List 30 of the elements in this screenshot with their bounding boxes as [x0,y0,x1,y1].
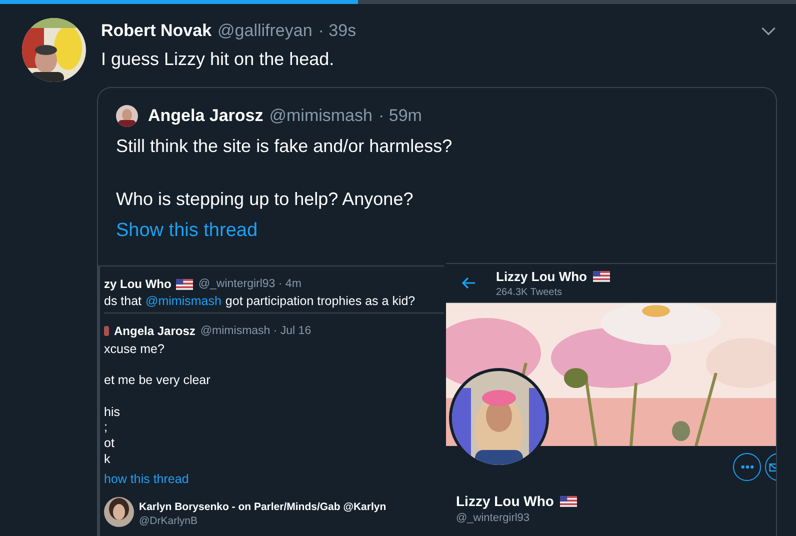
author-name[interactable]: Robert Novak [101,21,212,41]
tweet-text: k [104,452,110,466]
tweet-count: 264.3K Tweets [496,286,563,298]
profile-name: Lizzy Lou Who [496,268,587,284]
profile-name: Lizzy Lou Who [456,493,554,509]
show-thread-link[interactable]: Show this thread [116,220,258,241]
tweet-time[interactable]: · 59m [378,106,422,126]
author-name: Karlyn Borysenko - on Parler/Minds/Gab @Karlyn [139,500,386,514]
author-handle[interactable]: @mimismash [269,106,372,126]
tweet-text: ot [104,436,114,450]
author-name[interactable]: Angela Jarosz [148,106,264,126]
author-handle: @mimismash · Jul 16 [200,325,312,337]
tweet-text: Who is stepping up to help? Anyone? [116,188,414,211]
author-handle: @DrKarlynB [139,514,199,528]
tweet-text: xcuse me? [104,342,164,356]
author-name: Angela Jarosz [114,324,196,338]
tweet-text: ; [104,420,108,434]
author-name: zy Lou Who [104,277,172,291]
show-thread-link: how this thread [104,472,189,486]
mention-link[interactable]: @mimismash [146,294,222,308]
tweet-text: et me be very clear [104,373,210,388]
author-handle[interactable]: @gallifreyan [218,21,312,41]
tweet-text: Still think the site is fake and/or harmless? [116,135,454,158]
profile-handle: @_wintergirl93 [456,512,530,524]
tweet-time[interactable]: · 39s [318,21,356,41]
tweet-text: I guess Lizzy hit on the head. [101,48,336,71]
tweet-text: got participation trophies as a kid? [225,294,416,308]
tweet-text: ds that [104,294,142,308]
author-handle: @_wintergirl93 · 4m [198,278,302,290]
tweet-text: his [104,404,120,419]
